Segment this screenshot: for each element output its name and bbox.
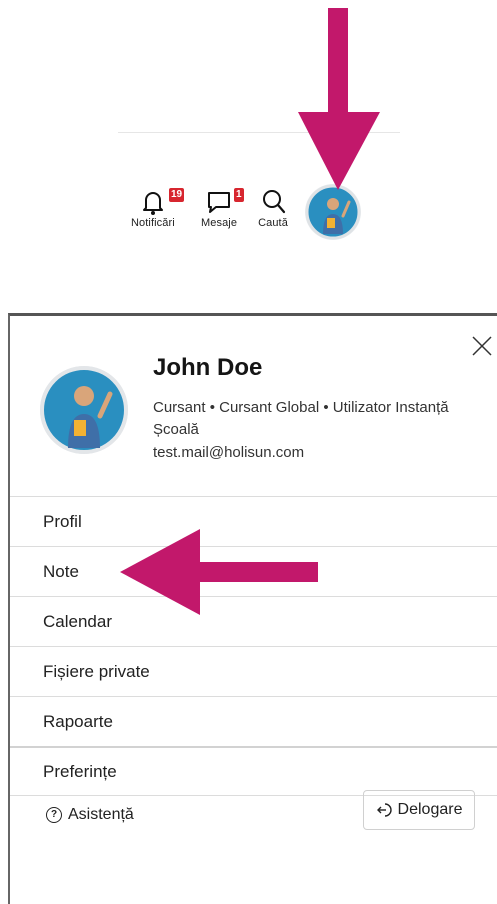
user-name: John Doe — [153, 354, 263, 381]
menu-item-label: Preferințe — [43, 761, 117, 781]
avatar-photo-icon — [40, 366, 128, 454]
user-menu-panel: John Doe Cursant • Cursant Global • Util… — [8, 313, 497, 904]
close-icon[interactable] — [471, 335, 493, 357]
chat-icon — [208, 192, 231, 213]
help-label: Asistență — [68, 806, 134, 823]
user-avatar-button[interactable] — [305, 184, 361, 240]
navbar-excerpt: 19 Notificări 1 Mesaje Caută — [0, 0, 497, 290]
bell-icon — [142, 192, 163, 215]
logout-button[interactable]: Delogare — [363, 790, 475, 830]
annotation-arrow-left — [120, 529, 318, 615]
logout-icon — [376, 803, 392, 817]
messages-button[interactable]: 1 Mesaje — [201, 186, 244, 229]
messages-label: Mesaje — [201, 217, 238, 229]
menu-item-fisiere-private[interactable]: Fișiere private — [10, 646, 497, 696]
menu-item-preferinte[interactable]: Preferințe — [10, 746, 497, 796]
annotation-arrow-down — [298, 8, 380, 190]
menu-item-label: Note — [43, 561, 79, 581]
menu-item-label: Rapoarte — [43, 711, 113, 731]
user-email: test.mail@holisun.com — [153, 444, 305, 461]
search-icon — [263, 190, 286, 214]
user-roles: Cursant • Cursant Global • Utilizator In… — [153, 399, 449, 438]
menu-item-label: Fișiere private — [43, 661, 150, 681]
search-label: Caută — [258, 217, 288, 229]
notifications-button[interactable]: 19 Notificări — [131, 186, 185, 229]
help-link[interactable]: ? Asistență — [46, 806, 134, 824]
menu-item-label: Profil — [43, 511, 82, 531]
search-button[interactable]: Caută — [258, 186, 288, 229]
menu-item-label: Calendar — [43, 611, 112, 631]
notifications-badge: 19 — [169, 188, 185, 202]
user-avatar — [40, 366, 128, 454]
question-icon: ? — [46, 807, 62, 823]
menu-item-rapoarte[interactable]: Rapoarte — [10, 696, 497, 746]
messages-badge: 1 — [234, 188, 244, 202]
notifications-label: Notificări — [131, 217, 175, 229]
avatar-photo-icon — [305, 184, 361, 240]
logout-label: Delogare — [397, 801, 463, 818]
